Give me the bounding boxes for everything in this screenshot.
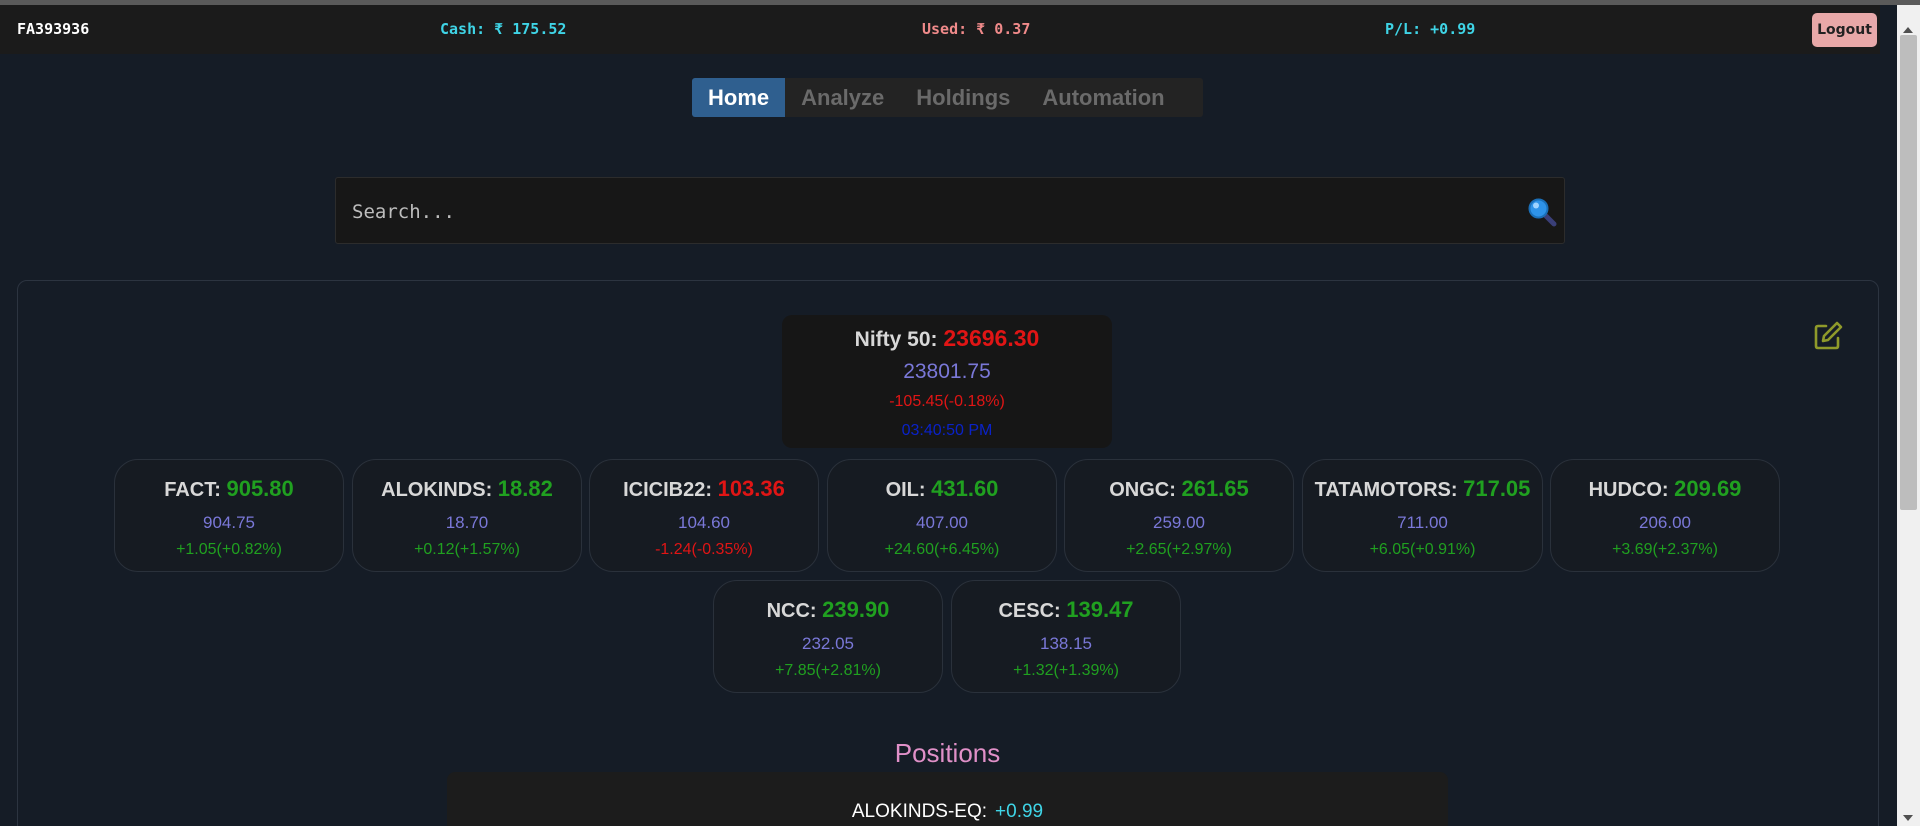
stock-change: +6.05(+0.91%) (1369, 541, 1476, 558)
stock-card[interactable]: CESC: 139.47 138.15 +1.32(+1.39%) (951, 580, 1181, 693)
stock-price: 209.69 (1674, 476, 1742, 501)
stock-prev-close: 138.15 (1040, 634, 1092, 653)
positions-list: ALOKINDS-EQ: +0.99 (447, 772, 1448, 826)
stock-change: +1.32(+1.39%) (1013, 662, 1119, 679)
position-pl: +0.99 (995, 801, 1044, 822)
stock-symbol: OIL: (885, 479, 926, 501)
stock-symbol: ALOKINDS: (381, 479, 493, 501)
positions-title: Positions (894, 738, 1001, 768)
stock-prev-close: 259.00 (1153, 513, 1205, 532)
stock-prev-close: 904.75 (203, 513, 255, 532)
scroll-up-arrow-icon[interactable] (1903, 27, 1913, 33)
stock-price: 139.47 (1066, 597, 1134, 622)
stock-price: 261.65 (1181, 476, 1249, 501)
stock-prev-close: 711.00 (1397, 513, 1448, 532)
stock-symbol: NCC: (766, 600, 817, 622)
stock-prev-close: 104.60 (678, 513, 730, 532)
scrollbar-thumb[interactable] (1900, 35, 1917, 510)
stock-price: 717.05 (1463, 476, 1531, 501)
index-prev-close: 23801.75 (903, 360, 991, 383)
stock-prev-close: 232.05 (802, 634, 854, 653)
stock-symbol: ONGC: (1109, 479, 1176, 501)
cash-balance: Cash: ₹ 175.52 (440, 20, 567, 38)
stock-card[interactable]: NCC: 239.90 232.05 +7.85(+2.81%) (713, 580, 943, 693)
stock-change: +7.85(+2.81%) (775, 662, 881, 679)
stock-price: 239.90 (822, 597, 890, 622)
stock-symbol: HUDCO: (1588, 479, 1669, 501)
used-margin: Used: ₹ 0.37 (922, 20, 1031, 38)
index-name: Nifty 50: (854, 328, 938, 351)
stock-symbol: TATAMOTORS: (1314, 479, 1458, 501)
index-change: -105.45(-0.18%) (889, 393, 1005, 410)
index-header: Nifty 50: 23696.30 (782, 325, 1112, 352)
stock-change: +0.12(+1.57%) (414, 541, 520, 558)
stock-prev-close: 18.70 (445, 513, 489, 532)
stock-card[interactable]: HUDCO: 209.69 206.00 +3.69(+2.37%) (1550, 459, 1780, 572)
stock-card[interactable]: OIL: 431.60 407.00 +24.60(+6.45%) (827, 459, 1057, 572)
stock-price: 103.36 (717, 476, 785, 501)
stock-card[interactable]: ALOKINDS: 18.82 18.70 +0.12(+1.57%) (352, 459, 582, 572)
total-pl: P/L: +0.99 (1385, 20, 1476, 38)
stock-prev-close: 407.00 (916, 513, 968, 532)
logout-button[interactable]: Logout (1812, 13, 1877, 47)
tab-automation[interactable]: Automation (1026, 78, 1180, 117)
stock-price: 18.82 (497, 476, 553, 501)
stock-prev-close: 206.00 (1639, 513, 1691, 532)
vertical-scrollbar[interactable] (1897, 5, 1920, 826)
stock-change: +24.60(+6.45%) (884, 541, 1000, 558)
stock-change: +1.05(+0.82%) (176, 541, 282, 558)
tab-analyze[interactable]: Analyze (785, 78, 900, 117)
stock-change: -1.24(-0.35%) (655, 541, 753, 558)
stock-symbol: CESC: (998, 600, 1061, 622)
stock-price: 431.60 (931, 476, 999, 501)
stock-change: +3.69(+2.37%) (1612, 541, 1718, 558)
search-icon[interactable] (1526, 196, 1558, 228)
position-row[interactable]: ALOKINDS-EQ: +0.99 (447, 801, 1448, 823)
position-symbol: ALOKINDS-EQ: (851, 801, 988, 822)
search-bar (335, 177, 1565, 244)
stock-card[interactable]: ONGC: 261.65 259.00 +2.65(+2.97%) (1064, 459, 1294, 572)
stock-change: +2.65(+2.97%) (1126, 541, 1232, 558)
tab-home[interactable]: Home (692, 78, 786, 117)
account-id: FA393936 (17, 20, 90, 38)
search-input[interactable] (352, 198, 1502, 226)
edit-icon[interactable] (1812, 320, 1844, 352)
index-time: 03:40:50 PM (901, 422, 993, 439)
stock-symbol: FACT: (164, 479, 221, 501)
stock-card[interactable]: FACT: 905.80 904.75 +1.05(+0.82%) (114, 459, 344, 572)
stock-symbol: ICICIB22: (623, 479, 713, 501)
stock-card[interactable]: ICICIB22: 103.36 104.60 -1.24(-0.35%) (589, 459, 819, 572)
top-bar: FA393936 Cash: ₹ 175.52 Used: ₹ 0.37 P/L… (0, 5, 1880, 54)
tab-holdings[interactable]: Holdings (900, 78, 1026, 117)
stock-price: 905.80 (226, 476, 294, 501)
scroll-down-arrow-icon[interactable] (1903, 815, 1913, 821)
index-value: 23696.30 (943, 325, 1040, 351)
main-nav-tabs: Home Analyze Holdings Automation (692, 78, 1203, 117)
index-card-nifty: Nifty 50: 23696.30 23801.75 -105.45(-0.1… (782, 315, 1112, 448)
stock-card[interactable]: TATAMOTORS: 717.05 711.00 +6.05(+0.91%) (1302, 459, 1543, 572)
